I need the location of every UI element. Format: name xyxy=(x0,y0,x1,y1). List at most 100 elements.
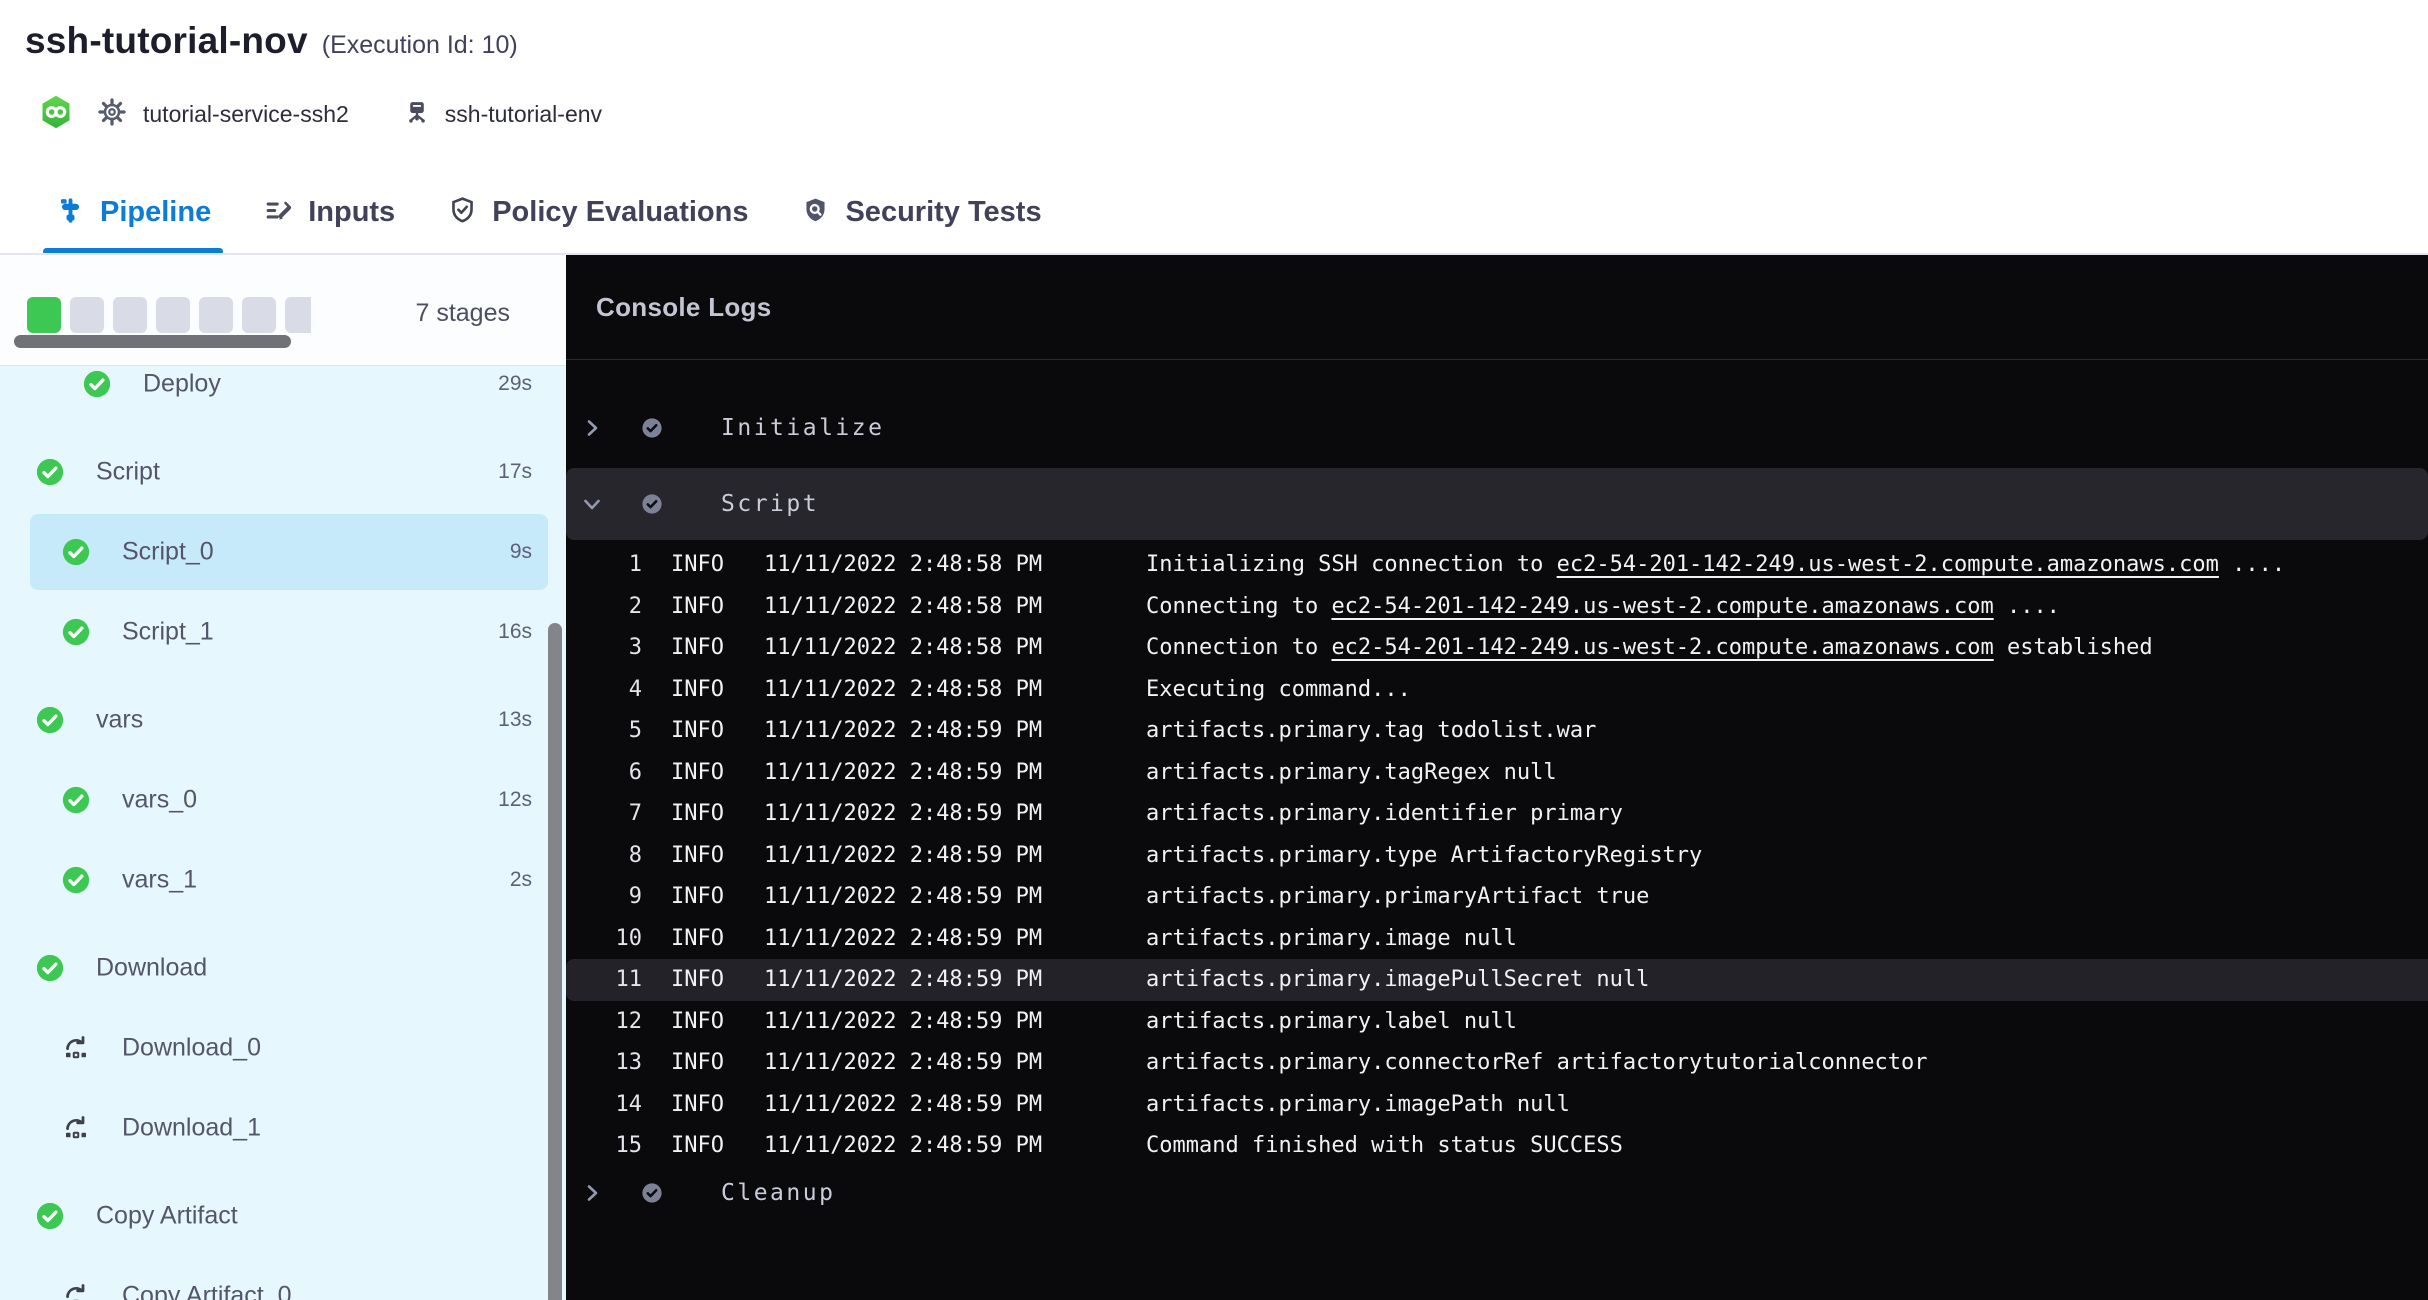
success-check-icon xyxy=(61,865,91,895)
console-section-cleanup[interactable]: Cleanup xyxy=(566,1169,2428,1217)
stage-row-download-0[interactable]: Download_0 xyxy=(0,1008,566,1088)
page-title: ssh-tutorial-nov xyxy=(25,20,308,62)
log-level: INFO xyxy=(671,1050,727,1075)
log-line-8[interactable]: 8INFO11/11/2022 2:48:59 PMartifacts.prim… xyxy=(566,835,2428,877)
tab-inputs[interactable]: Inputs xyxy=(251,170,407,255)
log-line-1[interactable]: 1INFO11/11/2022 2:48:58 PMInitializing S… xyxy=(566,544,2428,586)
line-number: 3 xyxy=(566,635,642,660)
line-number: 11 xyxy=(566,967,642,992)
console-section-script[interactable]: Script xyxy=(566,468,2428,540)
stage-square[interactable] xyxy=(113,297,147,333)
stage-label: Copy Artifact_0 xyxy=(122,1282,292,1300)
log-text: artifacts.primary.type ArtifactoryRegist… xyxy=(1146,843,1702,868)
stage-row-vars[interactable]: vars13s xyxy=(0,680,566,760)
log-line-6[interactable]: 6INFO11/11/2022 2:48:59 PMartifacts.prim… xyxy=(566,752,2428,794)
log-line-10[interactable]: 10INFO11/11/2022 2:48:59 PMartifacts.pri… xyxy=(566,918,2428,960)
stage-square[interactable] xyxy=(285,297,311,333)
console-title: Console Logs xyxy=(596,292,772,323)
log-line-12[interactable]: 12INFO11/11/2022 2:48:59 PMartifacts.pri… xyxy=(566,1001,2428,1043)
log-message: artifacts.primary.label null xyxy=(1146,1009,1517,1034)
stage-row-script-1[interactable]: Script_116s xyxy=(0,592,566,672)
tab-policy-evaluations[interactable]: Policy Evaluations xyxy=(435,170,760,255)
stage-row-copy-artifact-0[interactable]: Copy Artifact_0 xyxy=(0,1256,566,1300)
stages-horizontal-scrollbar[interactable] xyxy=(14,335,291,348)
stage-row-copy-artifact[interactable]: Copy Artifact xyxy=(0,1176,566,1256)
host-link[interactable]: ec2-54-201-142-249.us-west-2.compute.ama… xyxy=(1331,594,1993,619)
stage-square[interactable] xyxy=(242,297,276,333)
log-text: established xyxy=(1994,635,2153,660)
log-line-15[interactable]: 15INFO11/11/2022 2:48:59 PMCommand finis… xyxy=(566,1125,2428,1167)
step-group-icon xyxy=(61,1033,91,1063)
stage-label: Download_0 xyxy=(122,1034,261,1063)
log-line-14[interactable]: 14INFO11/11/2022 2:48:59 PMartifacts.pri… xyxy=(566,1084,2428,1126)
log-message: artifacts.primary.primaryArtifact true xyxy=(1146,884,1649,909)
stage-row-deploy[interactable]: Deploy29s xyxy=(0,366,566,424)
log-message: artifacts.primary.tagRegex null xyxy=(1146,760,1557,785)
stage-label: vars_0 xyxy=(122,786,197,815)
log-line-2[interactable]: 2INFO11/11/2022 2:48:58 PMConnecting to … xyxy=(566,586,2428,628)
entity-row: tutorial-service-ssh2 ssh-tutorial-env xyxy=(38,93,602,136)
log-line-13[interactable]: 13INFO11/11/2022 2:48:59 PMartifacts.pri… xyxy=(566,1042,2428,1084)
pipeline-execution-page: ssh-tutorial-nov (Execution Id: 10) xyxy=(0,0,2428,1300)
stage-square[interactable] xyxy=(156,297,190,333)
stage-row-vars-0[interactable]: vars_012s xyxy=(0,760,566,840)
success-check-icon xyxy=(641,417,663,439)
chevron-right-icon[interactable] xyxy=(580,416,604,440)
stage-square[interactable] xyxy=(27,297,61,333)
stage-progress-squares[interactable] xyxy=(27,297,311,333)
sidebar-vertical-scrollbar[interactable] xyxy=(548,623,562,1300)
console-panel: Console Logs Initialize Script xyxy=(566,255,2428,1300)
stage-duration: 16s xyxy=(498,620,532,644)
log-line-9[interactable]: 9INFO11/11/2022 2:48:59 PMartifacts.prim… xyxy=(566,876,2428,918)
environment-name[interactable]: ssh-tutorial-env xyxy=(445,101,602,128)
stage-row-script[interactable]: Script17s xyxy=(0,432,566,512)
stage-step-list: Deploy29sScript17sScript_09sScript_116sv… xyxy=(0,366,566,1300)
log-level: INFO xyxy=(671,926,727,951)
log-level: INFO xyxy=(671,760,727,785)
stage-square[interactable] xyxy=(70,297,104,333)
success-check-icon xyxy=(641,1182,663,1204)
step-group-icon xyxy=(61,1113,91,1143)
chevron-down-icon[interactable] xyxy=(580,492,604,516)
tab-pipeline[interactable]: Pipeline xyxy=(43,170,223,255)
host-link[interactable]: ec2-54-201-142-249.us-west-2.compute.ama… xyxy=(1331,635,1993,660)
log-text: Initializing SSH connection to xyxy=(1146,552,1557,577)
log-line-3[interactable]: 3INFO11/11/2022 2:48:58 PMConnection to … xyxy=(566,627,2428,669)
log-line-11[interactable]: 11INFO11/11/2022 2:48:59 PMartifacts.pri… xyxy=(566,959,2428,1001)
tab-security-tests-label: Security Tests xyxy=(845,196,1041,229)
log-text: artifacts.primary.primaryArtifact true xyxy=(1146,884,1649,909)
stage-label: Script xyxy=(96,458,160,487)
service-name[interactable]: tutorial-service-ssh2 xyxy=(143,101,349,128)
stage-row-vars-1[interactable]: vars_12s xyxy=(0,840,566,920)
log-text: artifacts.primary.imagePullSecret null xyxy=(1146,967,1649,992)
host-link[interactable]: ec2-54-201-142-249.us-west-2.compute.ama… xyxy=(1557,552,2219,577)
stage-label: Script_0 xyxy=(122,538,214,567)
log-timestamp: 11/11/2022 2:48:59 PM xyxy=(764,967,1046,992)
stage-row-download[interactable]: Download xyxy=(0,928,566,1008)
log-timestamp: 11/11/2022 2:48:59 PM xyxy=(764,884,1046,909)
log-message: Connection to ec2-54-201-142-249.us-west… xyxy=(1146,635,2153,660)
section-name: Script xyxy=(721,491,819,517)
stage-row-script-0[interactable]: Script_09s xyxy=(0,512,566,592)
execution-tabs: Pipeline Inputs xyxy=(43,170,1054,255)
stage-row-download-1[interactable]: Download_1 xyxy=(0,1088,566,1168)
log-line-7[interactable]: 7INFO11/11/2022 2:48:59 PMartifacts.prim… xyxy=(566,793,2428,835)
inputs-icon xyxy=(263,195,294,231)
chevron-right-icon[interactable] xyxy=(580,1181,604,1205)
log-level: INFO xyxy=(671,552,727,577)
stage-label: Copy Artifact xyxy=(96,1202,238,1231)
log-text: artifacts.primary.identifier primary xyxy=(1146,801,1623,826)
log-message: artifacts.primary.imagePath null xyxy=(1146,1092,1570,1117)
log-message: artifacts.primary.connectorRef artifacto… xyxy=(1146,1050,1927,1075)
console-section-initialize[interactable]: Initialize xyxy=(566,404,2428,452)
log-line-5[interactable]: 5INFO11/11/2022 2:48:59 PMartifacts.prim… xyxy=(566,710,2428,752)
title-row: ssh-tutorial-nov (Execution Id: 10) xyxy=(25,20,518,62)
log-line-4[interactable]: 4INFO11/11/2022 2:48:58 PMExecuting comm… xyxy=(566,669,2428,711)
log-timestamp: 11/11/2022 2:48:59 PM xyxy=(764,1092,1046,1117)
stage-square[interactable] xyxy=(199,297,233,333)
service-gear-icon[interactable] xyxy=(97,97,127,132)
tab-security-tests[interactable]: Security Tests xyxy=(788,170,1053,255)
section-name: Cleanup xyxy=(721,1180,835,1206)
log-level: INFO xyxy=(671,1009,727,1034)
execution-header: ssh-tutorial-nov (Execution Id: 10) xyxy=(0,0,2428,255)
